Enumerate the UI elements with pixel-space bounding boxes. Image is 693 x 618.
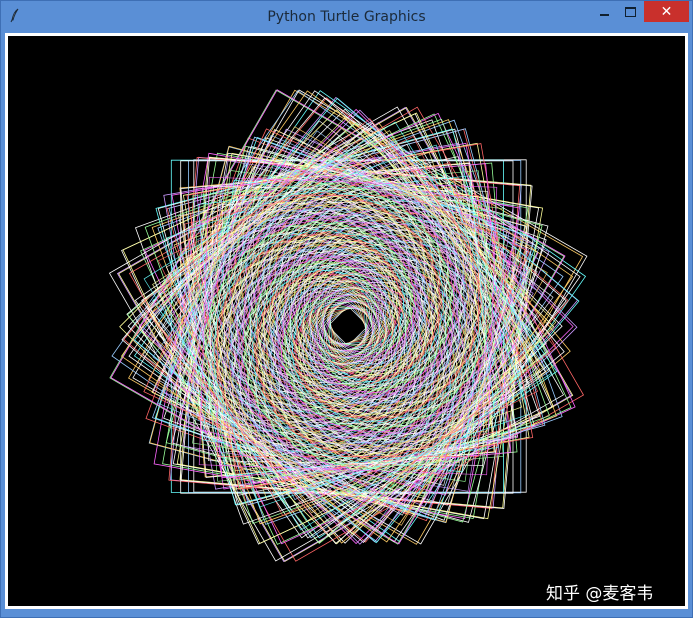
- watermark-text: 知乎 @麦客韦: [546, 584, 654, 604]
- canvas-frame: 知乎 @麦客韦: [5, 33, 688, 609]
- close-icon: ✕: [660, 3, 673, 20]
- minimize-icon: [599, 13, 609, 16]
- spiral-square: [328, 306, 368, 346]
- spiral-square: [262, 240, 434, 412]
- spiral-square: [329, 307, 367, 345]
- spiral-square: [228, 206, 468, 446]
- maximize-icon: [624, 6, 636, 17]
- spiral-square: [295, 273, 401, 379]
- spiral-square: [308, 286, 388, 366]
- spiral-square: [288, 266, 408, 386]
- maximize-button[interactable]: [617, 1, 643, 22]
- spiral-square: [305, 283, 391, 369]
- turtle-canvas[interactable]: 知乎 @麦客韦: [8, 36, 685, 606]
- spiral-square: [327, 305, 369, 347]
- title-bar[interactable]: Python Turtle Graphics ✕: [1, 1, 692, 33]
- spiral-square: [316, 294, 380, 358]
- spiral-square: [328, 306, 368, 346]
- window-title: Python Turtle Graphics: [267, 9, 426, 25]
- close-button[interactable]: ✕: [644, 1, 689, 22]
- turtle-window: Python Turtle Graphics ✕ 知乎 @麦客韦: [0, 0, 693, 618]
- minimize-button[interactable]: [591, 1, 617, 22]
- spiral-square: [229, 207, 467, 445]
- spiral-group: [108, 89, 588, 563]
- turtle-drawing: [108, 89, 588, 563]
- spiral-square: [262, 240, 434, 412]
- spiral-square: [274, 252, 422, 400]
